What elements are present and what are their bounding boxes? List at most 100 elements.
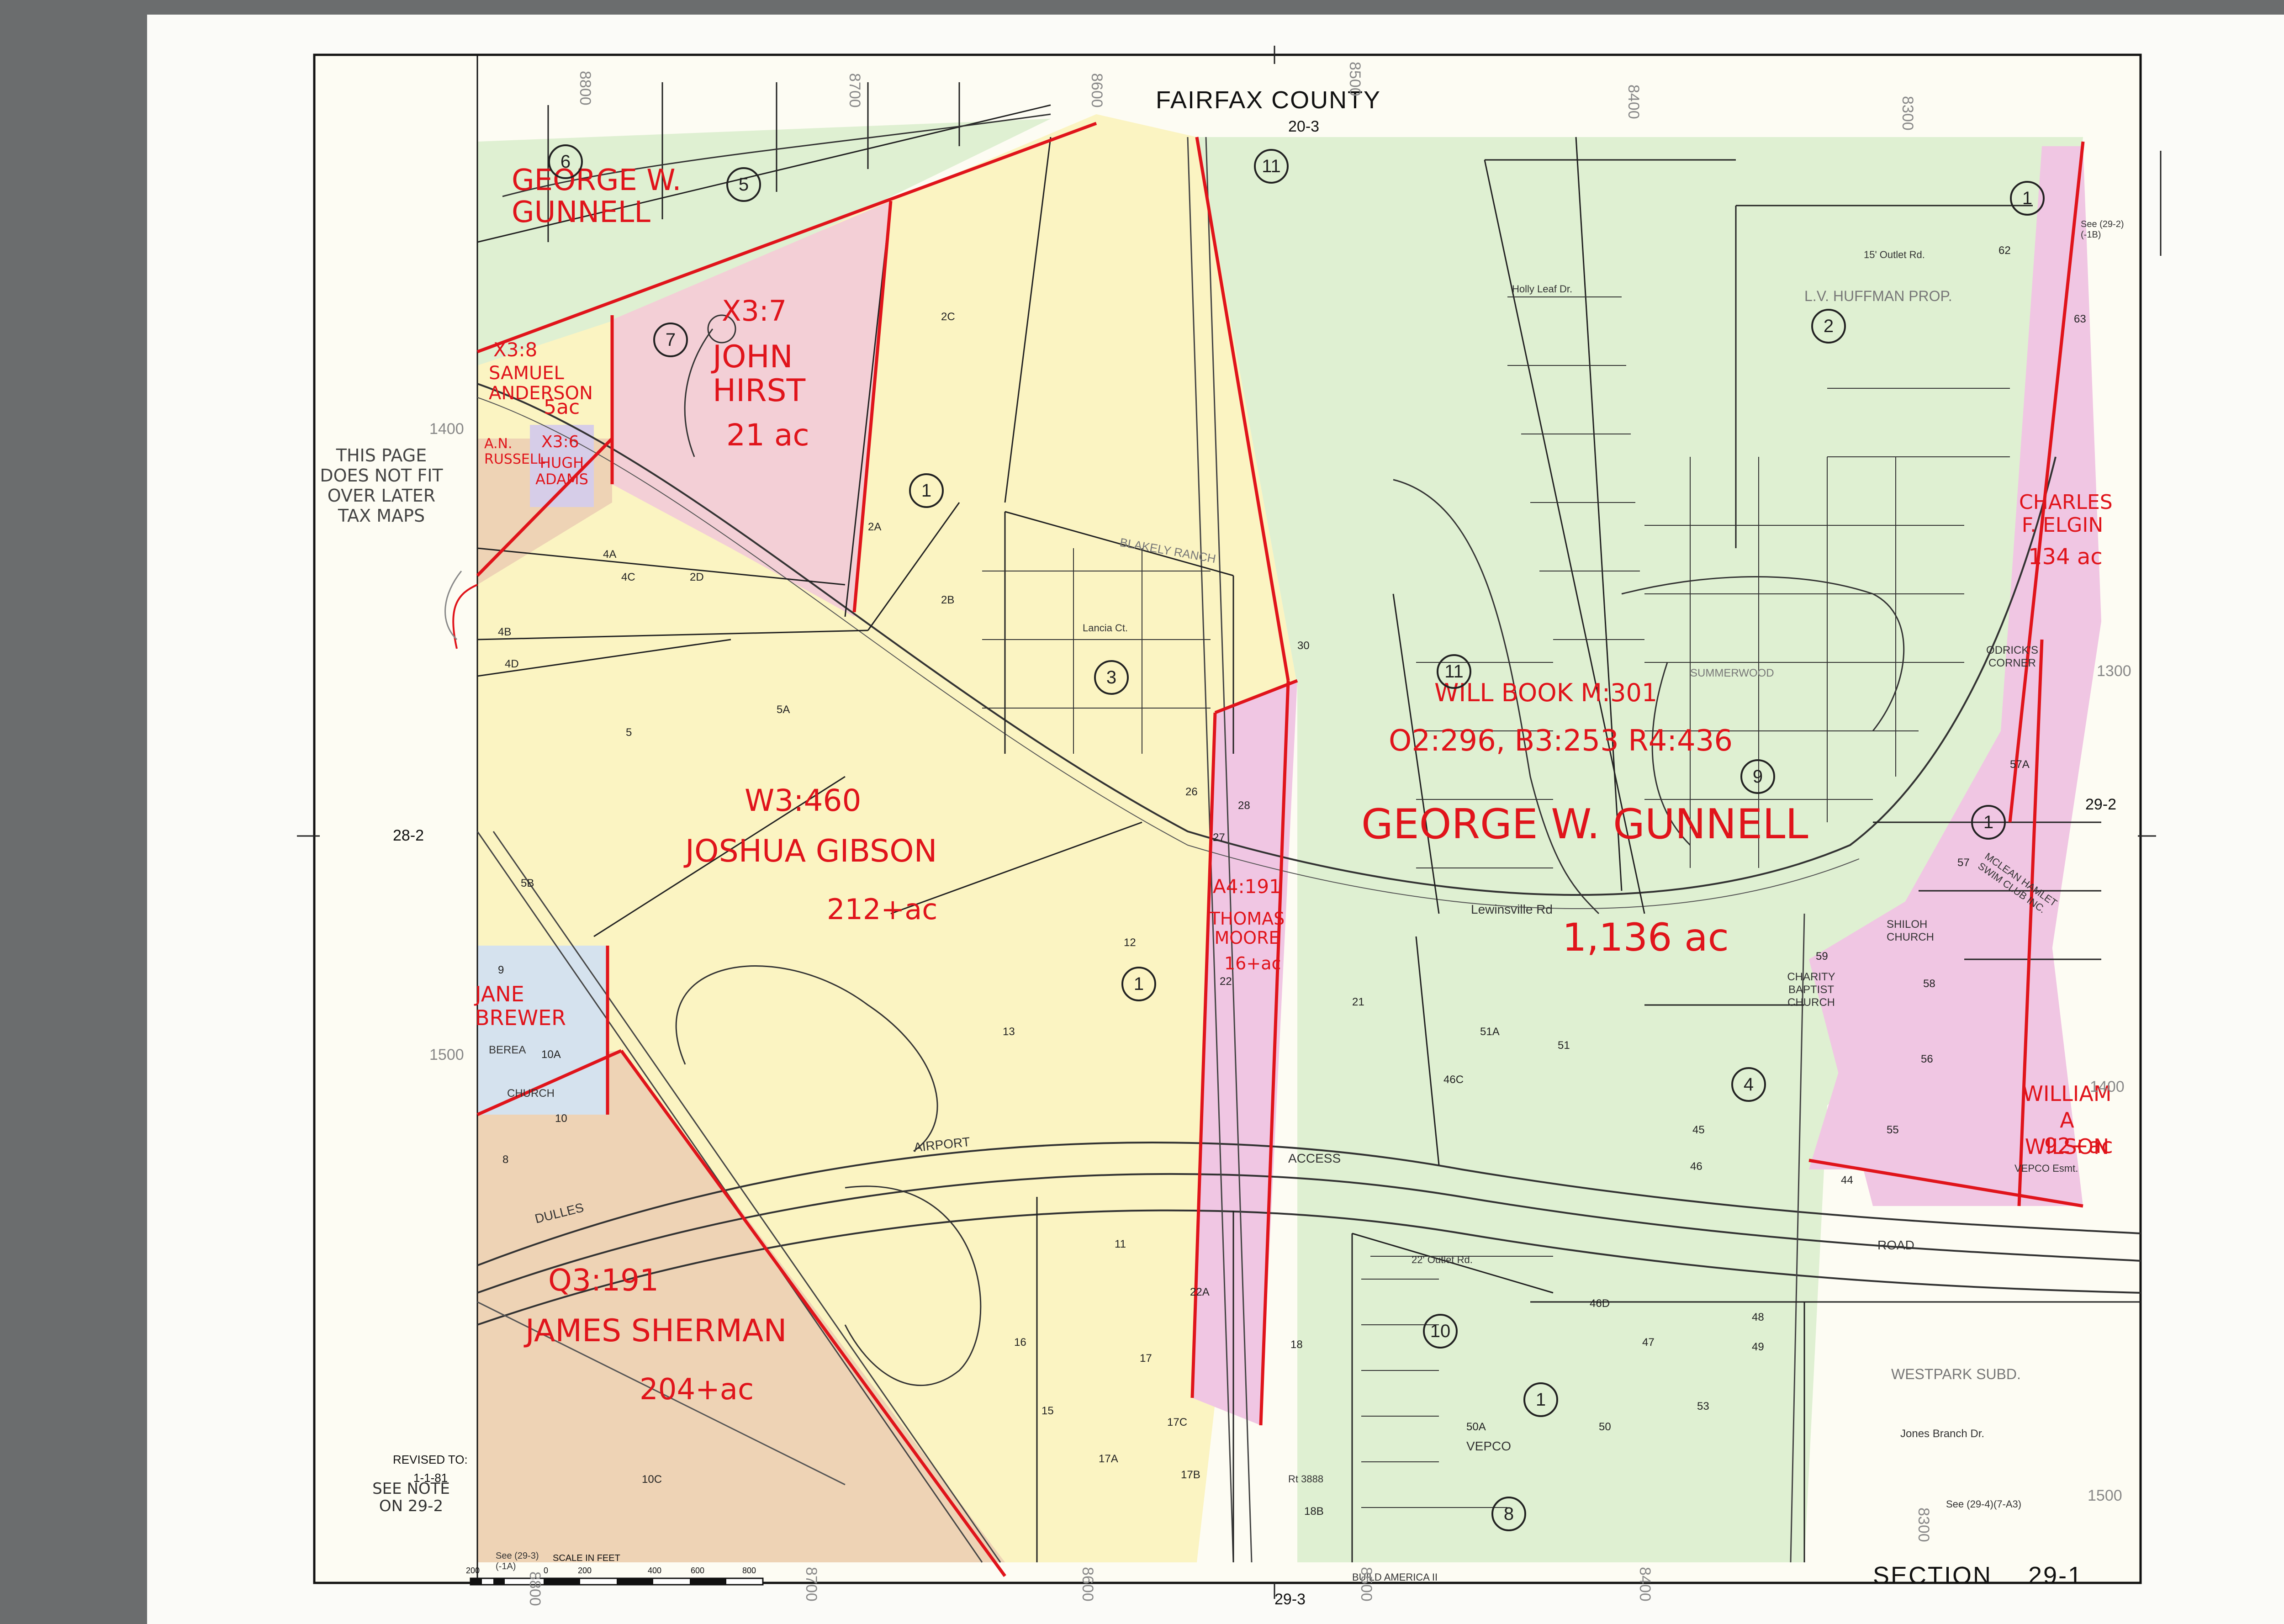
block-circle: 1 xyxy=(1971,805,2006,840)
anno-elgin-area: 134 ac xyxy=(2028,544,2103,570)
block-circle: 9 xyxy=(1740,759,1775,794)
label-see-top-right: See (29-2)(-1B) xyxy=(2081,219,2124,240)
anno-elgin-name: CHARLES F. ELGIN xyxy=(2019,491,2113,537)
left-grid-ref: 28-2 xyxy=(393,827,424,844)
anno-gibson-ref: W3:460 xyxy=(745,783,862,818)
anno-gibson-area: 212+ac xyxy=(827,893,938,926)
anno-hirst-name: JOHN HIRST xyxy=(713,339,806,409)
coord-label: 8600 xyxy=(1079,1567,1096,1602)
parcel-number: 47 xyxy=(1642,1336,1655,1349)
parcel-number: 4A xyxy=(603,548,617,561)
block-circle: 5 xyxy=(726,167,761,202)
label-shiloh-church: SHILOH CHURCH xyxy=(1887,918,1934,943)
label-church: CHURCH xyxy=(507,1087,555,1100)
parcel-number: 21 xyxy=(1352,996,1364,1008)
parcel-number: 5 xyxy=(626,726,632,739)
label-outlet-15: 15' Outlet Rd. xyxy=(1864,249,1925,260)
scale-bar-graphic xyxy=(470,1577,764,1586)
parcel-number: 2C xyxy=(941,311,955,323)
label-vepco: VEPCO xyxy=(1466,1439,1512,1453)
anno-adams-ref: X3:6 xyxy=(541,433,579,451)
block-circle: 7 xyxy=(653,323,688,357)
label-access: ACCESS xyxy=(1288,1151,1341,1165)
anno-will-book: WILL BOOK M:301 xyxy=(1434,678,1658,707)
anno-sherman-name: JAMES SHERMAN xyxy=(525,1313,787,1349)
coord-label: 1500 xyxy=(429,1046,464,1063)
parcel-number: 12 xyxy=(1124,936,1136,949)
scale-tick-4: 600 xyxy=(691,1566,705,1575)
margin-note: THIS PAGE DOES NOT FIT OVER LATER TAX MA… xyxy=(320,445,443,526)
coord-label: 1400 xyxy=(2090,1078,2125,1095)
parcel-number: 2A xyxy=(868,521,882,533)
parcel-number: 50A xyxy=(1466,1421,1486,1433)
parcel-number: 59 xyxy=(1816,950,1828,963)
parcel-number: 5B xyxy=(521,877,534,889)
block-circle: 10 xyxy=(1423,1314,1458,1349)
parcel-number: 48 xyxy=(1752,1311,1764,1323)
parcel-number: 57 xyxy=(1957,857,1970,869)
block-circle: 4 xyxy=(1731,1067,1766,1102)
anno-gunnell-area: 1,136 ac xyxy=(1562,915,1729,960)
block-circle: 2 xyxy=(1811,309,1846,344)
coord-label: 8600 xyxy=(1088,73,1105,108)
label-odricks: ODRICK'S CORNER xyxy=(1986,644,2038,669)
block-circle: 3 xyxy=(1094,660,1129,695)
parcel-number: 51A xyxy=(1480,1026,1500,1038)
label-berea: BEREA xyxy=(489,1044,526,1056)
parcel-number: 17A xyxy=(1099,1453,1118,1465)
parcel-number: 26 xyxy=(1185,786,1198,798)
bottom-grid-ref: 29-3 xyxy=(1274,1591,1306,1608)
label-see-bottom-right: See (29-4)(7-A3) xyxy=(1946,1498,2022,1510)
coord-label: 1400 xyxy=(429,420,464,438)
coord-label: 1500 xyxy=(2088,1487,2122,1504)
parcel-number: 45 xyxy=(1692,1124,1705,1136)
coord-label: 8800 xyxy=(526,1571,544,1606)
anno-sherman-ref: Q3:191 xyxy=(548,1263,659,1298)
parcel-number: 16 xyxy=(1014,1336,1026,1349)
parcel-number: 18 xyxy=(1290,1338,1303,1351)
label-outlet-22: 22' Outlet Rd. xyxy=(1412,1254,1473,1265)
parcel-number: 46C xyxy=(1443,1074,1464,1086)
block-circle: 11 xyxy=(1254,149,1289,184)
coord-label: 8300 xyxy=(1899,96,1916,131)
parcel-number: 8 xyxy=(502,1153,509,1166)
coord-label: 1300 xyxy=(2097,662,2131,680)
section-label: SECTION xyxy=(1873,1562,1993,1589)
label-see-bottom-left: See (29-3)(-1A) xyxy=(496,1551,539,1571)
parcel-number: 10 xyxy=(555,1112,567,1125)
coord-label: 8500 xyxy=(1346,62,1364,96)
parcel-number: 53 xyxy=(1697,1400,1709,1412)
parcel-number: 5A xyxy=(777,704,790,716)
right-grid-ref: 29-2 xyxy=(2085,796,2117,813)
block-circle: 11 xyxy=(1437,654,1471,689)
scale-title: SCALE IN FEET xyxy=(553,1553,620,1563)
section-number: 29-1 xyxy=(2028,1562,2083,1589)
parcel-number: 22A xyxy=(1190,1286,1210,1298)
anno-hirst-ref: X3:7 xyxy=(722,294,787,328)
anno-hirst-area: 21 ac xyxy=(726,418,809,453)
anno-russell: A.N. RUSSELL xyxy=(484,436,545,467)
coord-label: 8400 xyxy=(1625,85,1642,119)
parcel-number: 11 xyxy=(1115,1238,1126,1250)
anno-moore-ref: A4:191 xyxy=(1213,875,1281,898)
label-lancia: Lancia Ct. xyxy=(1083,622,1128,634)
block-circle: 1 xyxy=(2010,181,2045,216)
parcel-number: 9 xyxy=(498,964,504,976)
block-circle: 6 xyxy=(548,144,583,179)
scale-tick-0: 200 xyxy=(466,1566,480,1575)
parcel-number: 62 xyxy=(1998,244,2011,257)
scale-tick-5: 800 xyxy=(742,1566,756,1575)
parcel-number: 50 xyxy=(1599,1421,1611,1433)
parcel-number: 15 xyxy=(1042,1405,1054,1417)
coord-label: 8700 xyxy=(803,1567,820,1602)
anno-gibson-name: JOSHUA GIBSON xyxy=(685,833,937,869)
parcel-number: 4B xyxy=(498,626,512,638)
parcel-number: 49 xyxy=(1752,1341,1764,1353)
label-vepco-esmt: VEPCO Esmt. xyxy=(2014,1163,2078,1174)
label-rt-3888: Rt 3888 xyxy=(1288,1473,1324,1485)
label-huffman: L.V. HUFFMAN PROP. xyxy=(1804,288,1952,304)
parcel-number: 46D xyxy=(1590,1297,1610,1310)
revision-note: SEE NOTE ON 29-2 xyxy=(372,1480,450,1515)
parcel-number: 22 xyxy=(1220,975,1232,988)
block-circle: 8 xyxy=(1491,1497,1526,1531)
